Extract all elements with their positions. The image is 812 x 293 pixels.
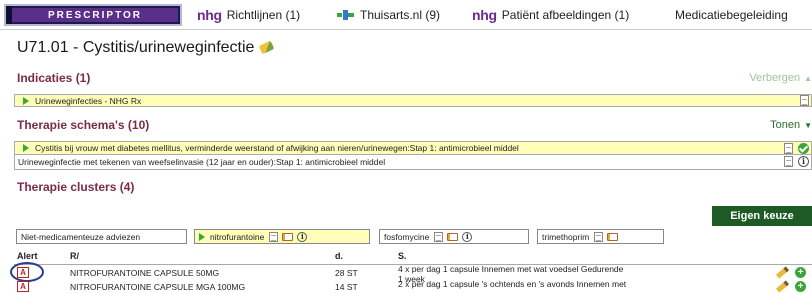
- tab-strip: PRESCRIPTOR nhg Richtlijnen (1) Thuisart…: [0, 0, 812, 30]
- info-icon[interactable]: i: [462, 231, 473, 242]
- info-icon[interactable]: i: [297, 231, 308, 242]
- cluster-fosfomycine-button[interactable]: fosfomycine i: [379, 229, 529, 244]
- cluster-trimethoprim-button[interactable]: trimethoprim: [537, 229, 664, 244]
- drug-quantity: 28 ST: [335, 268, 358, 278]
- indicaties-toggle[interactable]: Verbergen ▲: [749, 72, 812, 84]
- header-s: S.: [398, 251, 407, 261]
- drug-quantity: 14 ST: [335, 282, 358, 292]
- green-arrow-icon: [199, 232, 205, 241]
- tab-thuisarts-label: Thuisarts.nl (9): [360, 8, 441, 22]
- tab-nhg-richtlijnen[interactable]: nhg Richtlijnen (1): [197, 0, 300, 30]
- instruction-line: 2 x per dag 1 capsule 's ochtends en 's …: [398, 279, 627, 289]
- therapie-clusters-heading: Therapie clusters (4): [17, 180, 135, 194]
- document-icon[interactable]: [800, 95, 809, 106]
- cluster-niet-medicamenteuze-button[interactable]: Niet-medicamenteuze adviezen: [16, 229, 187, 244]
- page-title-text: U71.01 - Cystitis/urineweginfectie: [17, 39, 255, 56]
- tab-prescriptor[interactable]: PRESCRIPTOR: [4, 4, 182, 26]
- header-d: d.: [335, 251, 343, 261]
- green-arrow-icon: [23, 96, 29, 105]
- tab-patient-afbeeldingen-label: Patiënt afbeeldingen (1): [501, 8, 630, 22]
- tab-nhg-richtlijnen-label: Richtlijnen (1): [226, 8, 301, 22]
- info-icon[interactable]: i: [798, 156, 809, 167]
- tab-medicatiebegeleiding[interactable]: Medicatiebegeleiding: [675, 0, 788, 30]
- pencil-icon[interactable]: [775, 266, 790, 279]
- tab-thuisarts[interactable]: Thuisarts.nl (9): [337, 0, 440, 30]
- add-icon[interactable]: +: [795, 281, 806, 292]
- header-r: R/: [70, 251, 79, 261]
- drug-instructions: 2 x per dag 1 capsule 's ochtends en 's …: [398, 278, 728, 293]
- therapie-schemas-toggle[interactable]: Tonen ▼: [770, 119, 812, 131]
- cluster-nitrofurantoine-button[interactable]: nitrofurantoine i: [194, 229, 370, 244]
- therapie-schema-label: Urineweginfectie met tekenen van weefsel…: [18, 157, 386, 167]
- edit-pencil-icon[interactable]: [259, 40, 275, 55]
- thuisarts-logo-icon: [337, 8, 355, 22]
- nhg-logo: nhg: [472, 7, 497, 23]
- indicatie-row[interactable]: Urineweginfecties - NHG Rx: [14, 94, 812, 107]
- checkmark-icon[interactable]: [798, 143, 809, 154]
- cluster-label: fosfomycine: [384, 231, 430, 242]
- monitor-icon[interactable]: [607, 232, 619, 241]
- therapie-schemas-heading: Therapie schema's (10): [17, 118, 150, 132]
- document-icon[interactable]: [434, 231, 444, 242]
- page-title: U71.01 - Cystitis/urineweginfectie: [17, 39, 275, 57]
- tab-patient-afbeeldingen[interactable]: nhg Patiënt afbeeldingen (1): [472, 0, 629, 30]
- therapie-schema-label: Cystitis bij vrouw met diabetes mellitus…: [35, 143, 519, 153]
- document-icon[interactable]: [784, 143, 793, 154]
- eigen-keuze-button[interactable]: Eigen keuze: [712, 206, 812, 226]
- caret-up-icon: ▲: [804, 74, 812, 83]
- therapie-schema-row[interactable]: Urineweginfectie met tekenen van weefsel…: [14, 155, 812, 170]
- indicaties-heading: Indicaties (1): [17, 71, 91, 85]
- cluster-label: Niet-medicamenteuze adviezen: [21, 231, 141, 242]
- indicatie-label: Urineweginfecties - NHG Rx: [35, 95, 142, 106]
- cluster-label: nitrofurantoine: [210, 231, 265, 242]
- document-icon[interactable]: [784, 156, 793, 167]
- monitor-icon[interactable]: [282, 232, 294, 241]
- nhg-logo: nhg: [197, 7, 222, 23]
- pencil-icon[interactable]: [775, 280, 790, 293]
- monitor-icon[interactable]: [447, 232, 459, 241]
- green-arrow-icon: [23, 144, 29, 152]
- table-row[interactable]: A NITROFURANTOINE CAPSULE MGA 100MG 14 ST 2…: [14, 278, 812, 293]
- drug-name: NITROFURANTOINE CAPSULE MGA 100MG: [70, 282, 246, 292]
- therapie-schema-row[interactable]: Cystitis bij vrouw met diabetes mellitus…: [14, 141, 812, 155]
- add-icon[interactable]: +: [795, 267, 806, 278]
- document-icon[interactable]: [594, 231, 604, 242]
- cluster-label: trimethoprim: [542, 231, 590, 242]
- table-row-spacer: [14, 266, 812, 267]
- therapie-schemas-toggle-label: Tonen: [770, 119, 801, 131]
- document-icon[interactable]: [269, 231, 279, 242]
- header-alert: Alert: [17, 251, 38, 261]
- caret-down-icon: ▼: [804, 121, 812, 130]
- prescriptor-label: PRESCRIPTOR: [12, 8, 178, 22]
- table-header: Alert R/ d. S.: [14, 251, 812, 263]
- tab-medicatiebegeleiding-label: Medicatiebegeleiding: [675, 8, 788, 22]
- alert-icon[interactable]: A: [17, 281, 29, 292]
- indicaties-toggle-label: Verbergen: [749, 72, 801, 84]
- alert-highlight-circle: [10, 262, 44, 282]
- drug-name: NITROFURANTOINE CAPSULE 50MG: [70, 268, 220, 278]
